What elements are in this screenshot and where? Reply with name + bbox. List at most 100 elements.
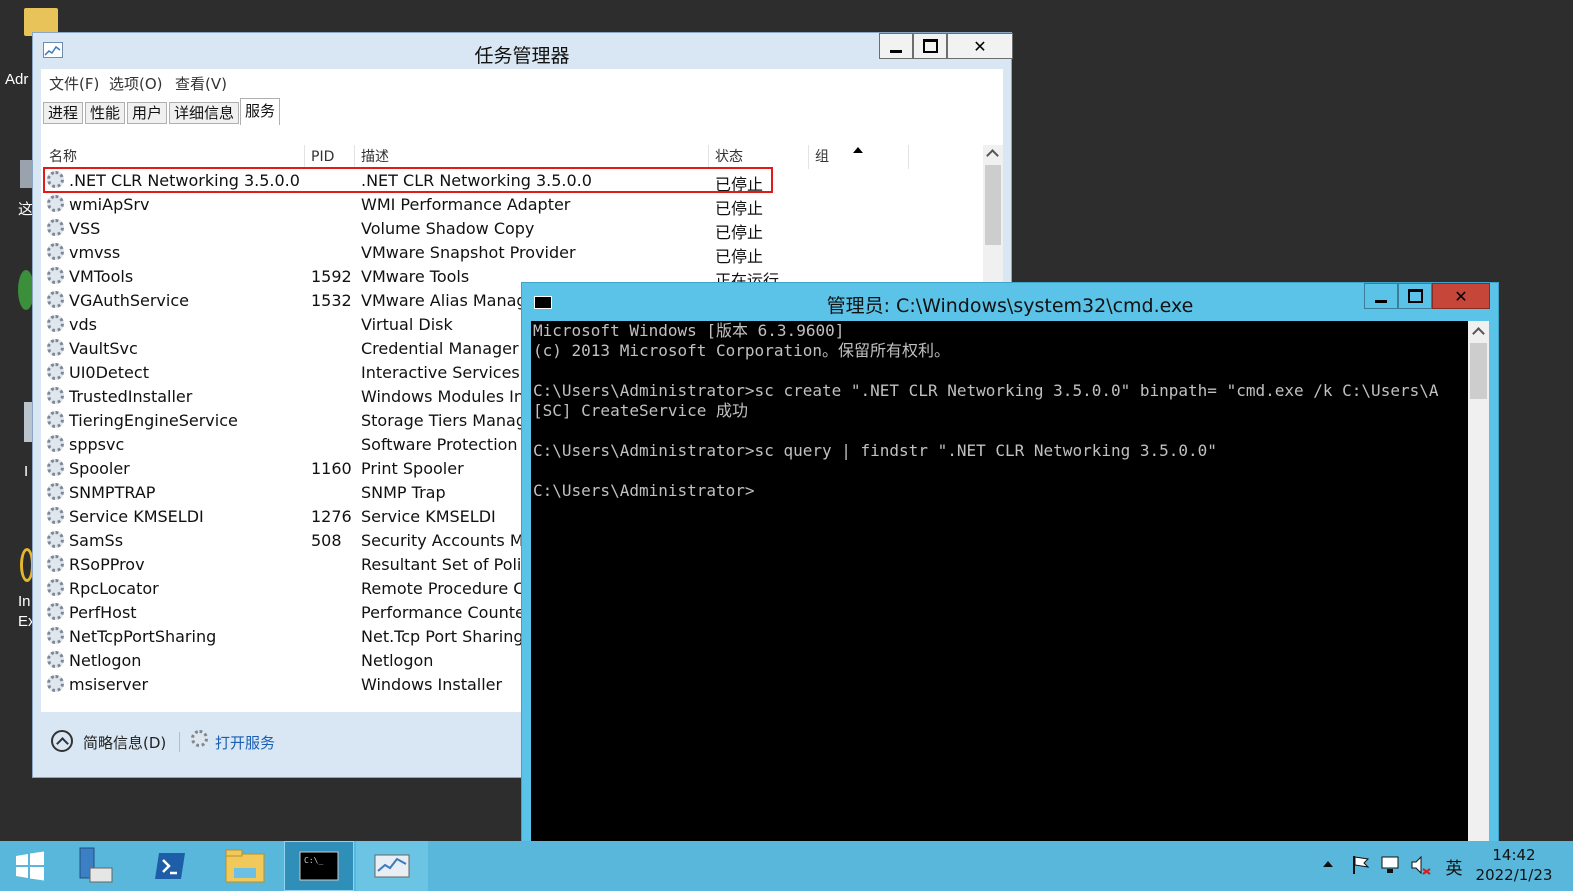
- start-button[interactable]: [0, 841, 60, 891]
- service-name: SamSs: [69, 531, 124, 550]
- menu-bar: 文件(F) 选项(O) 查看(V): [41, 69, 1003, 95]
- service-description: Windows Installer: [361, 675, 503, 692]
- taskbar-cmd[interactable]: C:\_: [284, 841, 354, 891]
- taskbar-task-manager[interactable]: [356, 841, 428, 891]
- close-icon: ✕: [973, 36, 987, 56]
- service-description: Software Protection: [361, 435, 518, 454]
- taskbar-powershell[interactable]: [134, 841, 206, 891]
- service-name: vmvss: [69, 243, 121, 262]
- desktop-label-admin: Adr: [5, 71, 29, 88]
- service-name: VSS: [69, 219, 101, 238]
- service-name: UI0Detect: [69, 363, 149, 382]
- maximize-icon: [1407, 289, 1423, 303]
- cmd-maximize-button[interactable]: [1398, 283, 1432, 309]
- powershell-icon: [155, 853, 185, 879]
- title-bar[interactable]: 任务管理器 ✕: [33, 33, 1013, 69]
- service-name: SNMPTRAP: [69, 483, 156, 502]
- close-button[interactable]: ✕: [947, 33, 1013, 59]
- service-name: wmiApSrv: [69, 195, 150, 214]
- maximize-icon: [922, 39, 938, 53]
- cmd-close-button[interactable]: ✕: [1432, 283, 1490, 309]
- maximize-button[interactable]: [913, 33, 947, 59]
- service-gear-icon: [47, 315, 64, 332]
- service-description: Resultant Set of Policy: [361, 555, 540, 574]
- services-icon: [191, 730, 208, 747]
- desktop-label-this-pc: 这: [18, 201, 34, 218]
- taskbar-explorer[interactable]: [210, 841, 280, 891]
- table-row[interactable]: vmvss VMware Snapshot Provider 已停止: [41, 241, 981, 266]
- service-gear-icon: [47, 363, 64, 380]
- service-name: VMTools: [69, 267, 134, 286]
- service-description: SNMP Trap: [361, 483, 446, 502]
- service-description: Remote Procedure Ca: [361, 579, 535, 598]
- tab-services[interactable]: 服务: [240, 98, 281, 126]
- clock-time[interactable]: 14:42: [1476, 846, 1552, 864]
- ime-indicator[interactable]: 英: [1443, 854, 1465, 879]
- action-center-flag-icon[interactable]: [1352, 855, 1370, 875]
- service-gear-icon: [47, 339, 64, 356]
- service-description: Credential Manager: [361, 339, 519, 358]
- collapse-icon[interactable]: [51, 730, 73, 752]
- taskbar: C:\_ 英 14:42 2022/1/23: [0, 841, 1573, 891]
- service-description: Print Spooler: [361, 459, 464, 478]
- service-name: RpcLocator: [69, 579, 159, 598]
- service-gear-icon: [47, 267, 64, 284]
- service-gear-icon: [47, 507, 64, 524]
- tab-processes[interactable]: 进程: [43, 102, 84, 124]
- open-services-link[interactable]: 打开服务: [215, 732, 275, 753]
- scroll-up-icon[interactable]: [1472, 327, 1485, 340]
- service-description: VMware Tools: [361, 267, 470, 286]
- console-output[interactable]: Microsoft Windows [版本 6.3.9600] (c) 2013…: [531, 321, 1469, 843]
- menu-view[interactable]: 查看(V): [175, 73, 227, 94]
- service-gear-icon: [47, 579, 64, 596]
- summary-button[interactable]: 简略信息(D): [83, 732, 166, 753]
- scroll-thumb[interactable]: [1470, 343, 1487, 399]
- close-icon: ✕: [1454, 286, 1468, 306]
- scroll-thumb[interactable]: [985, 165, 1001, 245]
- minimize-button[interactable]: [879, 33, 913, 59]
- volume-muted-icon[interactable]: [1410, 855, 1432, 875]
- service-gear-icon: [47, 435, 64, 452]
- cmd-scrollbar[interactable]: [1468, 321, 1489, 843]
- clock-date[interactable]: 2022/1/23: [1470, 866, 1558, 884]
- minimize-icon: [890, 49, 902, 53]
- show-hidden-icons-icon[interactable]: [1323, 861, 1333, 867]
- tab-users[interactable]: 用户: [127, 102, 168, 124]
- tab-performance[interactable]: 性能: [85, 102, 126, 124]
- service-status: 已停止: [715, 199, 764, 218]
- console-line: C:\Users\Administrator>: [533, 481, 755, 500]
- service-gear-icon: [47, 459, 64, 476]
- service-name: PerfHost: [69, 603, 137, 622]
- service-name: TieringEngineService: [69, 411, 238, 430]
- service-name: VGAuthService: [69, 291, 189, 310]
- highlight-box: [43, 167, 773, 193]
- tab-details[interactable]: 详细信息: [169, 102, 240, 124]
- service-description: Virtual Disk: [361, 315, 453, 334]
- windows-logo-icon: [16, 851, 44, 881]
- service-name: sppsvc: [69, 435, 125, 454]
- console-line: C:\Users\Administrator>sc create ".NET C…: [533, 381, 1439, 400]
- service-description: VMware Alias Manage: [361, 291, 537, 310]
- desktop-label-recycle: I: [24, 463, 29, 480]
- service-description: VMware Snapshot Provider: [361, 243, 576, 262]
- cmd-icon: C:\_: [299, 851, 339, 881]
- service-status: 已停止: [715, 247, 764, 266]
- network-status-icon[interactable]: [1380, 855, 1402, 875]
- menu-options[interactable]: 选项(O): [109, 73, 163, 94]
- scroll-up-icon[interactable]: [986, 149, 999, 162]
- service-name: vds: [69, 315, 97, 334]
- service-gear-icon: [47, 651, 64, 668]
- table-row[interactable]: wmiApSrv WMI Performance Adapter 已停止: [41, 193, 981, 218]
- computer-icon[interactable]: [20, 160, 32, 188]
- menu-file[interactable]: 文件(F): [49, 73, 99, 94]
- service-status: 已停止: [715, 223, 764, 242]
- service-pid: 1592: [311, 267, 352, 286]
- service-pid: 1276: [311, 507, 352, 526]
- service-description: Net.Tcp Port Sharing S: [361, 627, 539, 646]
- table-row[interactable]: VSS Volume Shadow Copy 已停止: [41, 217, 981, 242]
- service-description: Service KMSELDI: [361, 507, 496, 526]
- cmd-minimize-button[interactable]: [1364, 283, 1398, 309]
- taskbar-server-manager[interactable]: [64, 841, 128, 891]
- service-description: Storage Tiers Manage: [361, 411, 536, 430]
- service-gear-icon: [47, 219, 64, 236]
